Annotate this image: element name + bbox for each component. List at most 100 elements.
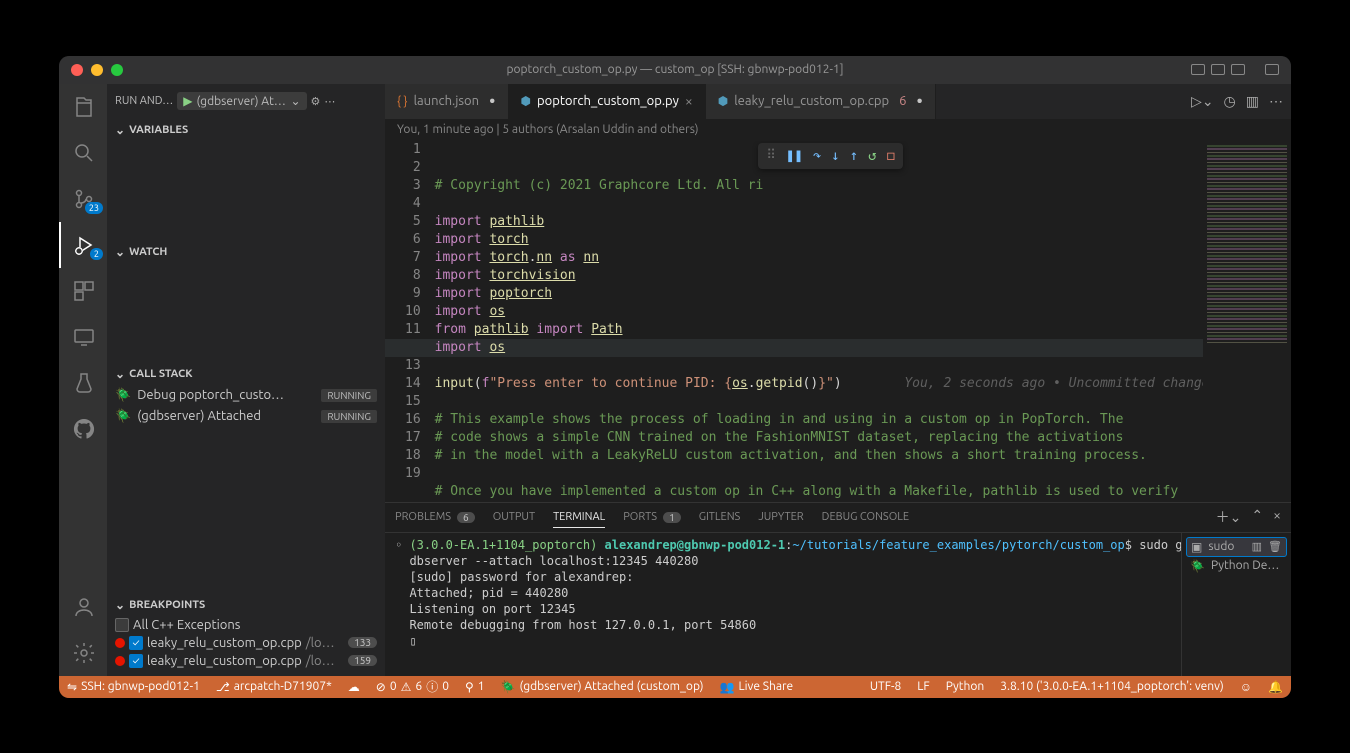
- minimap[interactable]: [1203, 141, 1291, 502]
- panel-tab-terminal[interactable]: TERMINAL: [553, 511, 605, 528]
- activity-search[interactable]: [61, 130, 107, 176]
- scm-badge: 23: [85, 202, 103, 214]
- customize-layout-icon[interactable]: [1265, 64, 1279, 75]
- activity-settings[interactable]: [61, 630, 107, 676]
- editor-breadcrumb[interactable]: You, 1 minute ago | 5 authors (Arsalan U…: [385, 119, 1291, 141]
- window-title: poptorch_custom_op.py — custom_op [SSH: …: [71, 63, 1279, 76]
- tab-leaky-relu-cpp[interactable]: ⬢ leaky_relu_custom_op.cpp 6 •: [706, 84, 936, 119]
- status-remote[interactable]: ⇋ SSH: gbnwp-pod012-1: [59, 676, 208, 698]
- chevron-down-icon: ⌄: [290, 94, 300, 108]
- restart-icon[interactable]: ↺: [868, 147, 876, 165]
- split-editor-icon[interactable]: ▥: [1246, 93, 1259, 110]
- status-notifications[interactable]: 🔔: [1260, 676, 1291, 698]
- line-gutter: 12345678910111213141516171819: [385, 141, 435, 502]
- step-out-icon[interactable]: ↑: [850, 147, 858, 165]
- status-sync[interactable]: ☁: [340, 676, 368, 698]
- checkbox[interactable]: ✓: [129, 654, 143, 668]
- step-over-icon[interactable]: ↷: [813, 147, 821, 165]
- line-badge: 133: [348, 637, 377, 648]
- debug-config-select[interactable]: ▶ (gdbserver) Att… ⌄: [177, 92, 306, 110]
- run-python-icon[interactable]: ▷⌄: [1191, 93, 1214, 110]
- status-debug-target[interactable]: 🪲 (gdbserver) Attached (custom_op): [493, 676, 712, 698]
- toggle-sidebar-icon[interactable]: [1191, 64, 1205, 75]
- status-git-branch[interactable]: ⎇ arcpatch-D71907*: [208, 676, 340, 698]
- bug-icon: 🪲: [115, 388, 131, 403]
- drag-handle-icon[interactable]: ⠿: [766, 147, 776, 165]
- tab-launch-json[interactable]: { } launch.json •: [385, 84, 509, 119]
- compare-changes-icon[interactable]: ◷: [1224, 93, 1236, 110]
- status-feedback[interactable]: ☺: [1232, 676, 1260, 698]
- panel-tab-output[interactable]: OUTPUT: [493, 511, 535, 523]
- maximize-panel-icon[interactable]: ⌃: [1251, 507, 1263, 527]
- close-tab-icon[interactable]: ×: [685, 93, 693, 109]
- callstack-row[interactable]: 🪲 Debug poptorch_custo… RUNNING: [115, 385, 377, 406]
- editor-tabs: { } launch.json • ⬢ poptorch_custom_op.p…: [385, 84, 1291, 119]
- step-into-icon[interactable]: ↓: [831, 147, 839, 165]
- status-language[interactable]: Python: [938, 676, 993, 698]
- watch-section: ⌄ WATCH: [107, 241, 385, 363]
- code-editor[interactable]: ⠿ ❚❚ ↷ ↓ ↑ ↺ ◻ 1234567891011121314151617…: [385, 141, 1203, 502]
- checkbox[interactable]: ✓: [129, 636, 143, 650]
- status-eol[interactable]: LF: [909, 676, 937, 698]
- panel-tab-problems[interactable]: PROBLEMS6: [395, 511, 475, 523]
- problems-count: 6: [899, 94, 906, 108]
- breakpoint-exception-row[interactable]: All C++ Exceptions: [115, 616, 377, 634]
- callstack-row[interactable]: 🪲 (gdbserver) Attached RUNNING: [115, 406, 377, 427]
- activity-bar: 23 2: [59, 84, 107, 676]
- debug-sidebar: RUN AND… ▶ (gdbserver) Att… ⌄ ⚙ ⋯ ⌄ VARI…: [107, 84, 385, 676]
- feedback-icon: ☺: [1240, 680, 1252, 694]
- callstack-section: ⌄ CALL STACK 🪲 Debug poptorch_custo… RUN…: [107, 363, 385, 427]
- activity-debug[interactable]: 2: [59, 222, 107, 268]
- overflow-icon[interactable]: ⋯: [324, 95, 335, 108]
- toggle-panel-icon[interactable]: [1211, 64, 1225, 75]
- panel-tab-jupyter[interactable]: JUPYTER: [758, 511, 803, 523]
- activity-extensions[interactable]: [61, 268, 107, 314]
- breakpoints-head[interactable]: ⌄ BREAKPOINTS: [107, 594, 385, 616]
- json-icon: { }: [397, 95, 408, 108]
- code-content[interactable]: # Copyright (c) 2021 Graphcore Ltd. All …: [435, 141, 1203, 502]
- activity-remote-explorer[interactable]: [61, 314, 107, 360]
- breakpoint-row[interactable]: ✓ leaky_relu_custom_op.cpp/lo… 133: [115, 634, 377, 652]
- maximize-window-button[interactable]: [111, 64, 123, 76]
- panel-tab-ports[interactable]: PORTS1: [623, 511, 681, 523]
- status-problems[interactable]: ⊘0 ⚠6 ⓘ0: [368, 676, 457, 698]
- warning-icon: ⚠: [401, 680, 412, 694]
- trash-icon[interactable]: 🗑: [1268, 540, 1282, 553]
- info-icon: ⓘ: [426, 678, 438, 695]
- split-terminal-icon[interactable]: ▥: [1252, 540, 1262, 553]
- tab-poptorch-custom-op[interactable]: ⬢ poptorch_custom_op.py ×: [509, 84, 706, 119]
- gear-icon[interactable]: ⚙: [311, 95, 321, 108]
- status-interpreter[interactable]: 3.8.10 ('3.0.0-EA.1+1104_poptorch': venv…: [992, 676, 1232, 698]
- new-terminal-icon[interactable]: ＋⌄: [1216, 507, 1242, 527]
- activity-testing[interactable]: [61, 360, 107, 406]
- status-ports[interactable]: ⚲1: [457, 676, 493, 698]
- pause-icon[interactable]: ❚❚: [786, 147, 803, 165]
- status-liveshare[interactable]: 👥 Live Share: [712, 676, 802, 698]
- terminal-output[interactable]: ◦ (3.0.0-EA.1+1104_poptorch) alexandrep@…: [385, 533, 1181, 676]
- minimize-window-button[interactable]: [91, 64, 103, 76]
- activity-explorer[interactable]: [61, 84, 107, 130]
- callstack-head[interactable]: ⌄ CALL STACK: [107, 363, 385, 385]
- variables-head[interactable]: ⌄ VARIABLES: [107, 119, 385, 141]
- play-icon: ▶: [183, 94, 192, 108]
- activity-github[interactable]: [61, 406, 107, 452]
- terminal-tab[interactable]: 🪲 Python De…: [1186, 557, 1287, 575]
- activity-scm[interactable]: 23: [61, 176, 107, 222]
- stop-icon[interactable]: ◻: [887, 147, 895, 165]
- debug-icon: 🪲: [501, 680, 516, 694]
- panel-tab-gitlens[interactable]: GITLENS: [699, 511, 741, 523]
- close-window-button[interactable]: [71, 64, 83, 76]
- toggle-secondary-icon[interactable]: [1231, 64, 1245, 75]
- close-panel-icon[interactable]: ×: [1273, 507, 1281, 527]
- breakpoint-dot-icon: [115, 638, 125, 648]
- bug-icon: 🪲: [115, 409, 131, 424]
- overflow-icon[interactable]: ⋯: [1269, 93, 1283, 110]
- terminal-tab[interactable]: ▣ sudo ▥ 🗑: [1186, 537, 1287, 557]
- status-encoding[interactable]: UTF-8: [862, 676, 909, 698]
- breakpoint-row[interactable]: ✓ leaky_relu_custom_op.cpp/lo… 159: [115, 652, 377, 670]
- panel-tab-debug-console[interactable]: DEBUG CONSOLE: [822, 511, 909, 523]
- activity-accounts[interactable]: [61, 584, 107, 630]
- error-icon: ⊘: [376, 680, 386, 694]
- checkbox[interactable]: [115, 618, 129, 632]
- watch-head[interactable]: ⌄ WATCH: [107, 241, 385, 263]
